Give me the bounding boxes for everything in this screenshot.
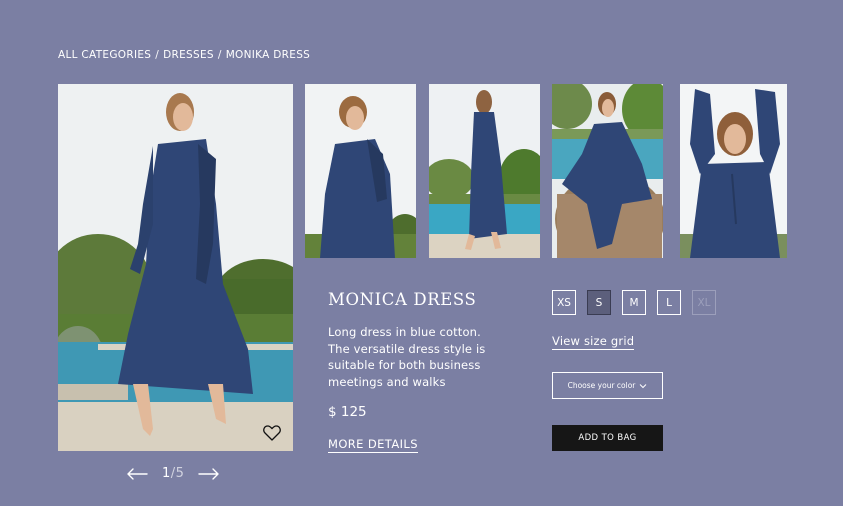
- gallery-pager: 1/5: [126, 466, 220, 481]
- product-price: $ 125: [328, 404, 367, 420]
- arrow-left-icon[interactable]: [126, 467, 148, 480]
- size-option-l[interactable]: L: [657, 290, 681, 315]
- main-product-photo[interactable]: [58, 84, 293, 451]
- gallery-counter: 1/5: [162, 466, 184, 481]
- product-description: Long dress in blue cotton. The versatile…: [328, 325, 486, 389]
- breadcrumb-separator: /: [217, 49, 222, 61]
- breadcrumb-separator: /: [155, 49, 160, 61]
- breadcrumb-all-categories[interactable]: ALL CATEGORIES: [58, 49, 151, 61]
- gallery-total: 5: [175, 466, 185, 481]
- product-title: MONICA DRESS: [328, 290, 477, 309]
- gallery-current: 1: [162, 466, 171, 481]
- heart-icon[interactable]: [263, 425, 281, 441]
- size-selector: XS S M L XL: [552, 290, 716, 315]
- add-to-bag-button[interactable]: ADD TO BAG: [552, 425, 663, 451]
- breadcrumb-dresses[interactable]: DRESSES: [163, 49, 214, 61]
- chevron-down-icon: [640, 383, 647, 388]
- thumbnail-photo[interactable]: [552, 84, 663, 258]
- more-details-link[interactable]: MORE DETAILS: [328, 437, 418, 453]
- thumbnail-photo[interactable]: [429, 84, 540, 258]
- arrow-right-icon[interactable]: [198, 467, 220, 480]
- size-option-m[interactable]: M: [622, 290, 646, 315]
- size-option-s[interactable]: S: [587, 290, 611, 315]
- gallery-separator: /: [170, 466, 176, 481]
- thumbnail-photo[interactable]: [680, 84, 787, 258]
- thumbnail-photo[interactable]: [305, 84, 416, 258]
- size-option-xl: XL: [692, 290, 716, 315]
- breadcrumb-current-product: MONIKA DRESS: [225, 49, 311, 61]
- breadcrumb: ALL CATEGORIES / DRESSES / MONIKA DRESS: [58, 49, 310, 61]
- size-option-xs[interactable]: XS: [552, 290, 576, 315]
- color-select-placeholder: Choose your color: [567, 381, 636, 390]
- color-select[interactable]: Choose your color: [552, 372, 663, 399]
- view-size-grid-link[interactable]: View size grid: [552, 334, 635, 350]
